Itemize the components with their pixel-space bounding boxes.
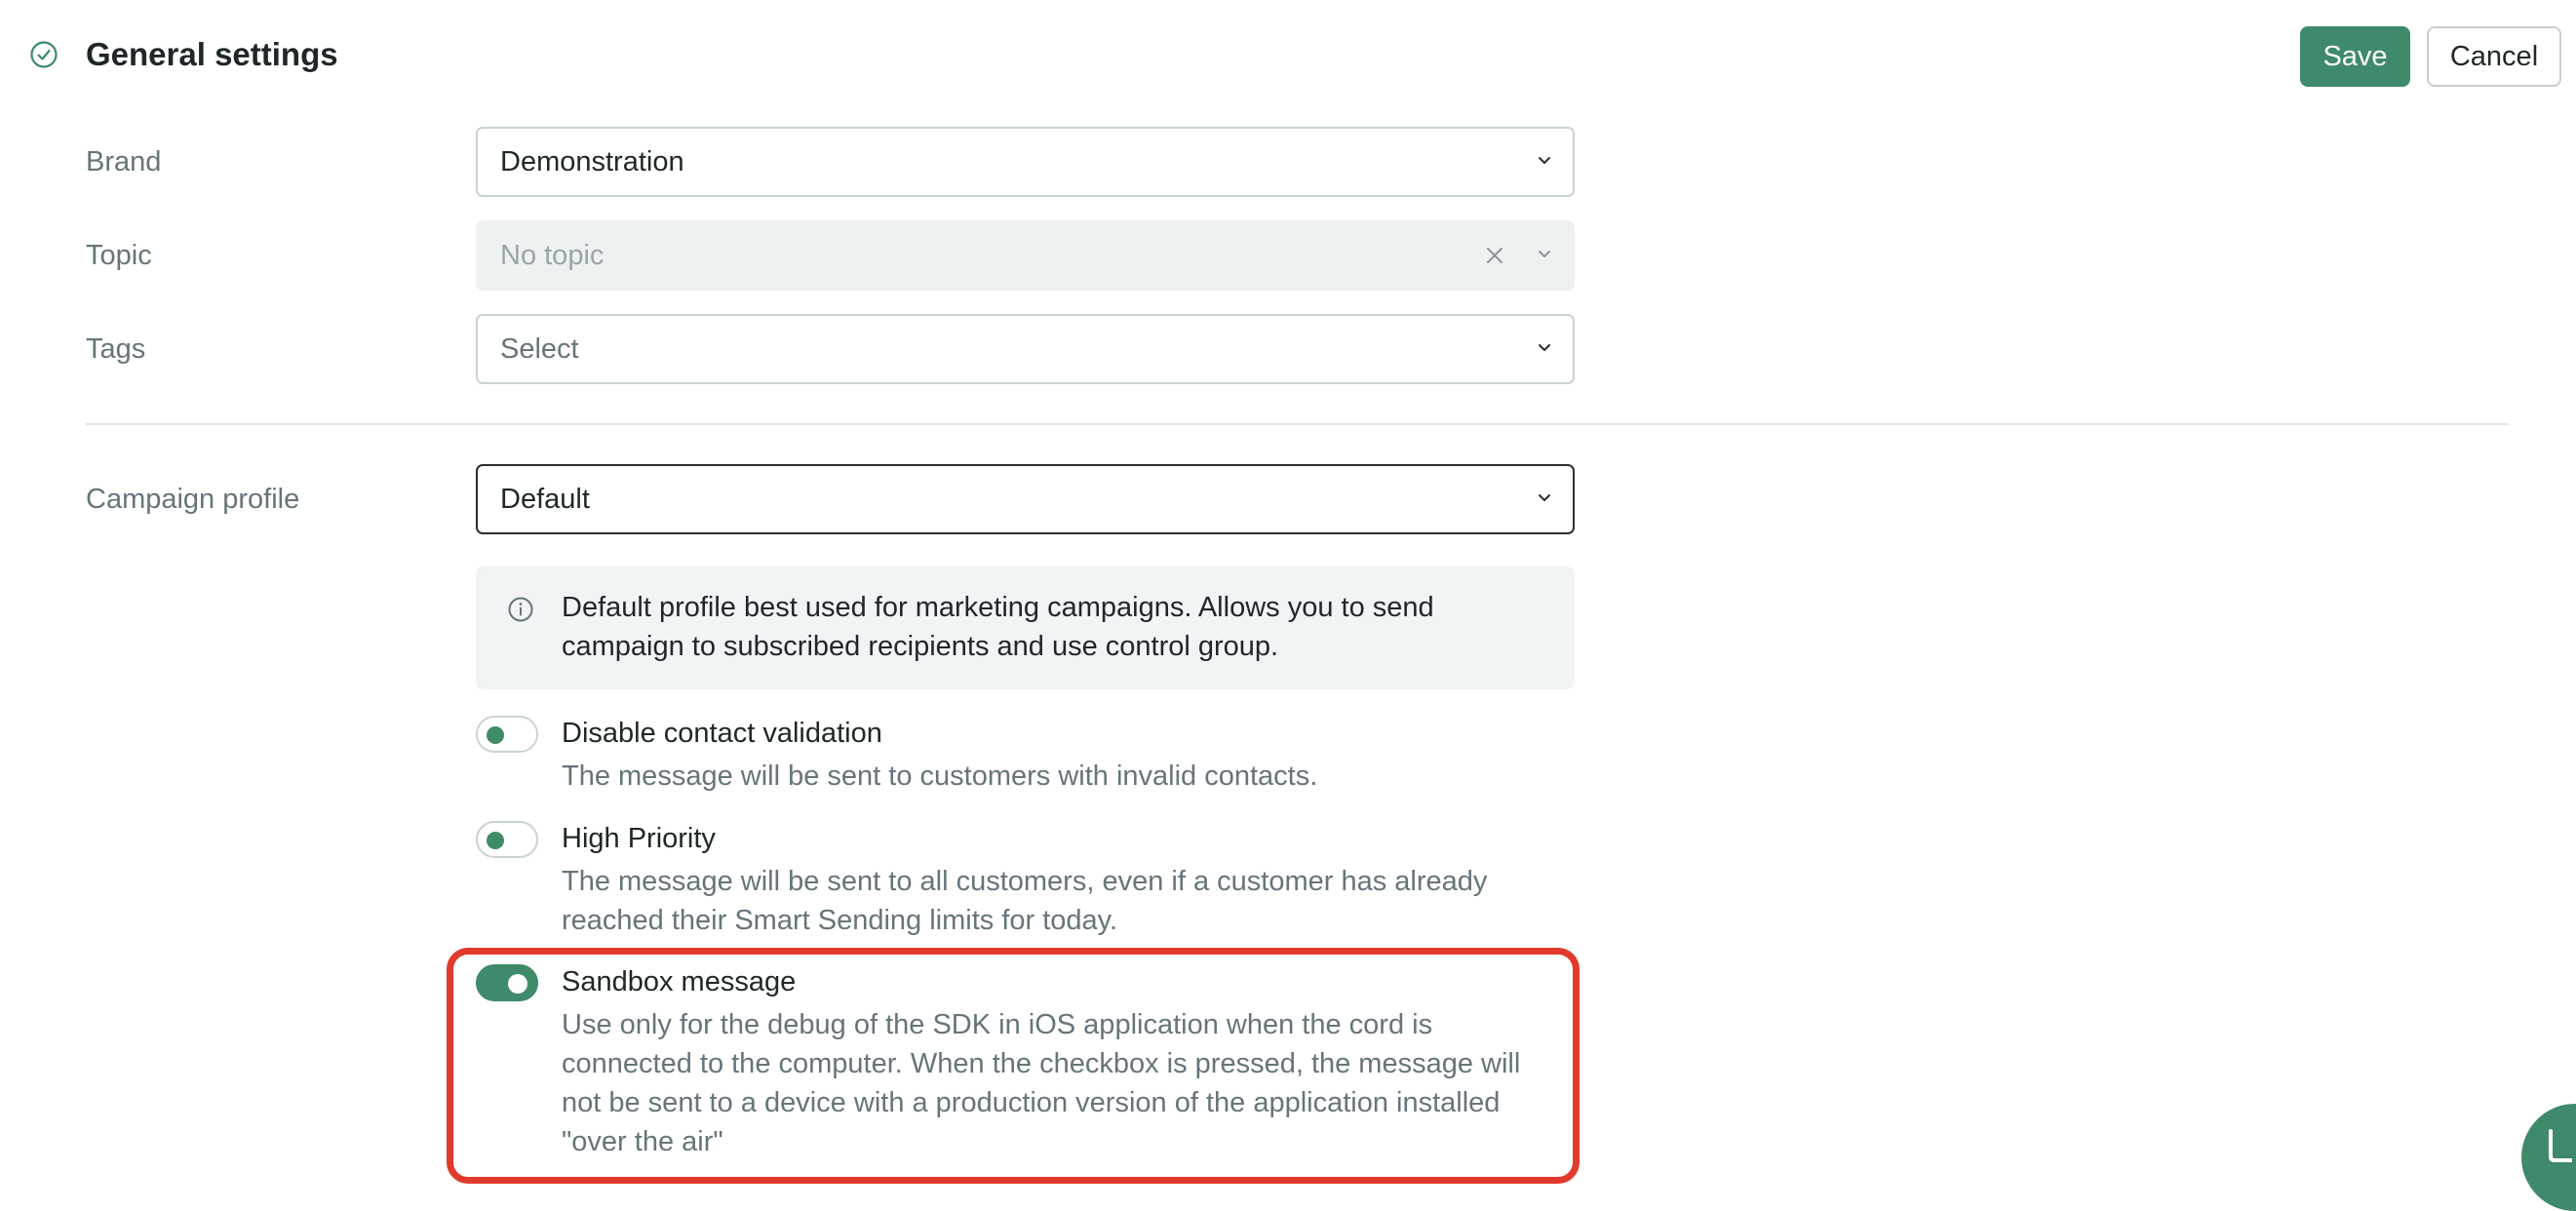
tags-select[interactable]: Select <box>476 314 1575 384</box>
highlight-annotation <box>447 948 1580 1184</box>
description-line: The message will be sent to customers wi… <box>562 761 1318 792</box>
brand-value: Demonstration <box>500 146 684 177</box>
clear-icon[interactable] <box>1483 244 1506 267</box>
info-line: campaign to subscribed recipients and us… <box>562 631 1279 662</box>
chevron-down-icon <box>1539 251 1550 257</box>
cancel-button[interactable]: Cancel <box>2427 26 2561 87</box>
section-divider <box>86 423 2509 425</box>
topic-placeholder: No topic <box>500 240 605 271</box>
campaign-profile-select[interactable]: Default <box>476 464 1575 534</box>
info-line: Default profile best used for marketing … <box>562 592 1434 623</box>
info-icon <box>508 597 533 622</box>
campaign-profile-label: Campaign profile <box>86 484 300 515</box>
chevron-down-icon <box>1539 157 1550 164</box>
campaign-profile-value: Default <box>500 484 590 515</box>
topic-label: Topic <box>86 240 152 271</box>
topic-select[interactable]: No topic <box>476 220 1575 291</box>
high-priority-toggle[interactable] <box>476 821 538 858</box>
chat-icon <box>2549 1129 2572 1162</box>
description-line: The message will be sent to all customer… <box>562 866 1488 897</box>
chat-launcher-button[interactable] <box>2521 1104 2576 1211</box>
description-line: reached their Smart Sending limits for t… <box>562 905 1118 936</box>
option-description: The message will be sent to all customer… <box>562 862 1576 940</box>
disable-contact-validation-toggle[interactable] <box>476 716 538 753</box>
check-circle-icon <box>30 41 58 68</box>
chevron-down-icon <box>1539 494 1550 501</box>
section-title: General settings <box>86 36 338 72</box>
option-title: High Priority <box>562 823 716 854</box>
brand-label: Brand <box>86 146 162 177</box>
profile-info-text: Default profile best used for marketing … <box>562 588 1546 666</box>
option-title: Disable contact validation <box>562 718 882 749</box>
option-description: The message will be sent to customers wi… <box>562 757 1576 796</box>
toggle-knob <box>487 726 504 744</box>
toggle-knob <box>487 832 504 849</box>
chevron-down-icon <box>1539 344 1550 351</box>
tags-placeholder: Select <box>500 333 579 365</box>
brand-select[interactable]: Demonstration <box>476 127 1575 197</box>
tags-label: Tags <box>86 333 146 365</box>
save-button[interactable]: Save <box>2300 26 2410 87</box>
